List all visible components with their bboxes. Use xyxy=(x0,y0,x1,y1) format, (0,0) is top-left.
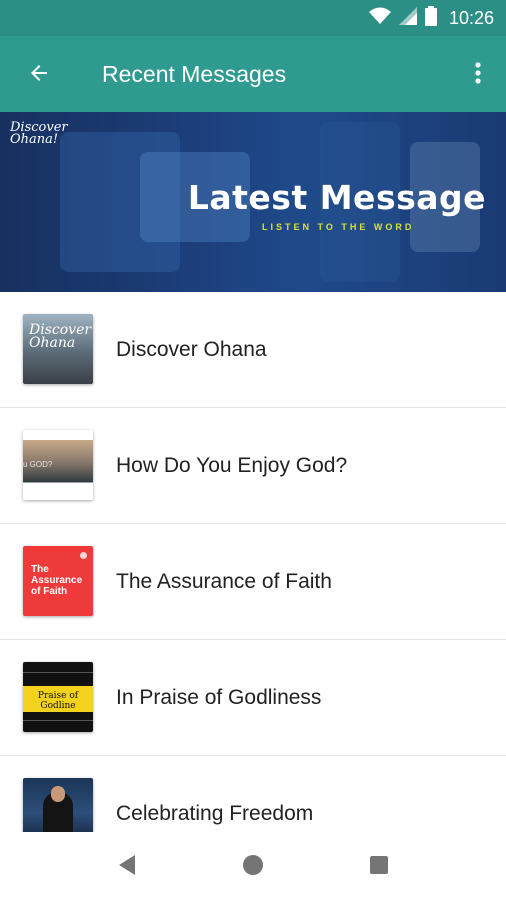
message-thumbnail: Praise of Godline xyxy=(23,662,93,732)
banner-logo: Discover Ohana! xyxy=(10,120,68,147)
banner-subtitle: LISTEN TO THE WORD xyxy=(262,222,415,232)
message-title: The Assurance of Faith xyxy=(116,570,332,593)
status-time: 10:26 xyxy=(448,7,494,28)
message-thumbnail: Discover Ohana xyxy=(23,314,93,384)
overflow-menu-button[interactable] xyxy=(468,58,488,92)
system-nav-bar xyxy=(0,832,506,900)
back-button[interactable] xyxy=(22,58,56,92)
list-item[interactable]: Discover Ohana Discover Ohana xyxy=(0,292,506,408)
signal-icon xyxy=(398,6,417,30)
message-list: Discover Ohana Discover Ohana u GOD? How… xyxy=(0,292,506,832)
battery-icon xyxy=(424,5,437,31)
thumb-dot xyxy=(80,552,87,559)
circle-home-icon xyxy=(242,854,264,881)
message-thumbnail xyxy=(23,778,93,832)
message-title: In Praise of Godliness xyxy=(116,686,322,709)
triangle-back-icon xyxy=(117,854,137,881)
arrow-back-icon xyxy=(27,61,51,90)
list-item[interactable]: Praise of Godline In Praise of Godliness xyxy=(0,640,506,756)
more-vert-icon xyxy=(475,61,481,90)
wifi-icon xyxy=(368,7,391,30)
status-bar: 10:26 xyxy=(0,0,506,36)
list-item[interactable]: u GOD? How Do You Enjoy God? xyxy=(0,408,506,524)
message-title: Celebrating Freedom xyxy=(116,802,314,825)
latest-message-banner[interactable]: Discover Ohana! Latest Message LISTEN TO… xyxy=(0,112,506,292)
message-title: Discover Ohana xyxy=(116,338,267,361)
square-recents-icon xyxy=(369,855,389,880)
nav-home-button[interactable] xyxy=(238,852,268,882)
message-title: How Do You Enjoy God? xyxy=(116,454,348,477)
app-bar: Recent Messages xyxy=(0,36,506,112)
message-thumbnail: The Assurance of Faith xyxy=(23,546,93,616)
banner-title: Latest Message xyxy=(187,178,486,217)
status-icons: 10:26 xyxy=(368,0,494,36)
nav-recents-button[interactable] xyxy=(364,852,394,882)
nav-back-button[interactable] xyxy=(112,852,142,882)
list-item[interactable]: The Assurance of Faith The Assurance of … xyxy=(0,524,506,640)
list-item[interactable]: Celebrating Freedom xyxy=(0,756,506,832)
message-thumbnail: u GOD? xyxy=(23,430,93,500)
page-title: Recent Messages xyxy=(102,61,287,87)
